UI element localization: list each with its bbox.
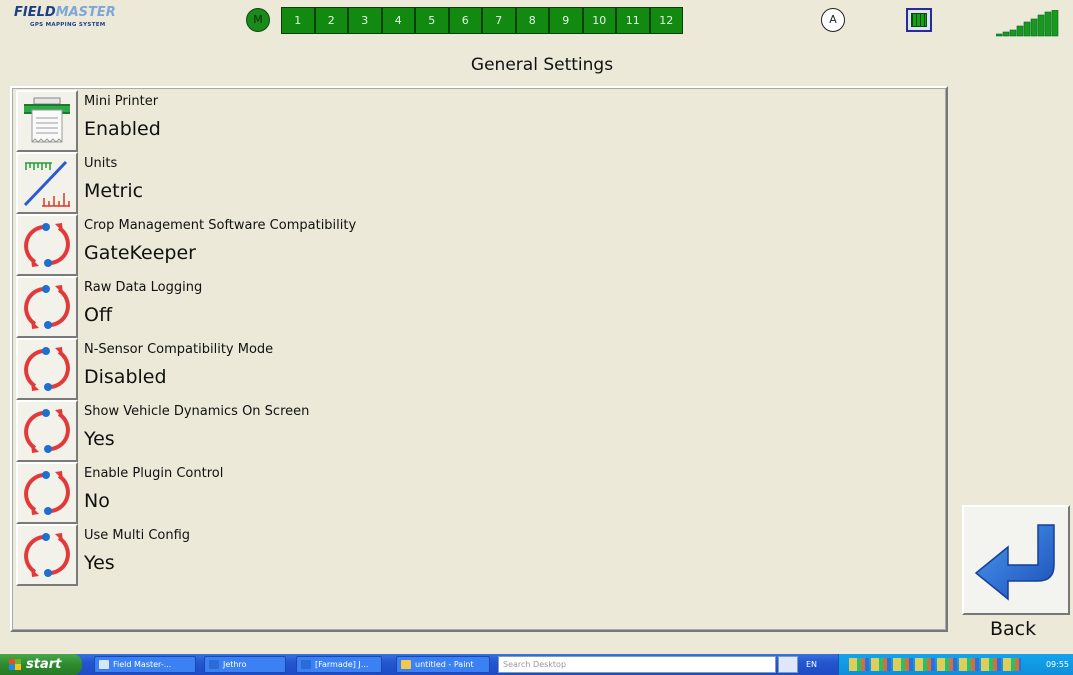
paint-icon — [401, 660, 411, 669]
cycle-icon — [24, 347, 70, 391]
section-1-button[interactable]: 1 — [281, 7, 315, 34]
language-indicator[interactable]: EN — [806, 654, 817, 675]
section-2-button[interactable]: 2 — [314, 7, 348, 34]
section-9-button[interactable]: 9 — [549, 7, 583, 34]
fieldmaster-logo: FIELDMASTER GPS MAPPING SYSTEM — [14, 5, 116, 28]
setting-label: Crop Management Software Compatibility — [84, 218, 357, 233]
raw-data-logging-cycle-button[interactable] — [16, 276, 78, 338]
setting-label: Show Vehicle Dynamics On Screen — [84, 404, 310, 419]
setting-value: No — [84, 490, 110, 512]
setting-value: Enabled — [84, 118, 161, 140]
cycle-icon — [24, 409, 70, 453]
mini-printer-toggle-button[interactable] — [16, 90, 78, 152]
setting-vehicle-dynamics: Show Vehicle Dynamics On Screen Yes — [16, 400, 936, 462]
back-label: Back — [990, 618, 1037, 640]
start-button[interactable]: start — [0, 654, 82, 675]
section-4-button[interactable]: 4 — [381, 7, 415, 34]
system-tray: 09:55 — [838, 654, 1073, 675]
cycle-icon — [24, 471, 70, 515]
back-button[interactable] — [962, 505, 1070, 615]
setting-units: Units Metric — [16, 152, 936, 214]
gps-signal-icon — [996, 10, 1059, 37]
units-icon — [23, 160, 70, 207]
section-12-button[interactable]: 12 — [649, 7, 683, 34]
cycle-icon — [24, 285, 70, 329]
page-title: General Settings — [470, 55, 614, 75]
setting-raw-data-logging: Raw Data Logging Off — [16, 276, 936, 338]
top-status-bar: FIELDMASTER GPS MAPPING SYSTEM M 1 2 3 4… — [0, 0, 1073, 42]
section-3-button[interactable]: 3 — [348, 7, 382, 34]
windows-logo-icon — [9, 659, 21, 670]
setting-label: Raw Data Logging — [84, 280, 203, 295]
taskbar-item-paint[interactable]: untitled - Paint — [396, 656, 490, 673]
setting-label: Units — [84, 156, 118, 171]
tray-icons[interactable] — [849, 658, 1021, 671]
section-10-button[interactable]: 10 — [582, 7, 616, 34]
setting-crop-management-compatibility: Crop Management Software Compatibility G… — [16, 214, 936, 276]
window-icon — [99, 660, 109, 669]
auto-mode-button[interactable]: A — [821, 8, 845, 32]
setting-value: GateKeeper — [84, 242, 196, 264]
setting-label: Mini Printer — [84, 94, 159, 109]
setting-value: Off — [84, 304, 113, 326]
taskbar-item-farmade[interactable]: [Farmade] J... — [296, 656, 382, 673]
cycle-icon — [24, 223, 70, 267]
section-8-button[interactable]: 8 — [515, 7, 549, 34]
setting-label: Enable Plugin Control — [84, 466, 224, 481]
setting-mini-printer: Mini Printer Enabled — [16, 90, 936, 152]
taskbar-item-jethro[interactable]: Jethro — [204, 656, 286, 673]
window-icon — [209, 660, 219, 669]
crop-management-cycle-button[interactable] — [16, 214, 78, 276]
setting-value: Yes — [84, 428, 115, 450]
setting-label: Use Multi Config — [84, 528, 191, 543]
section-7-button[interactable]: 7 — [482, 7, 516, 34]
setting-value: Disabled — [84, 366, 167, 388]
section-6-button[interactable]: 6 — [448, 7, 482, 34]
window-icon — [301, 660, 311, 669]
section-5-button[interactable]: 5 — [415, 7, 449, 34]
setting-value: Metric — [84, 180, 144, 202]
plugin-control-cycle-button[interactable] — [16, 462, 78, 524]
boom-status-icon[interactable] — [906, 8, 932, 32]
section-switches: 1 2 3 4 5 6 7 8 9 10 11 12 — [281, 7, 683, 34]
setting-multi-config: Use Multi Config Yes — [16, 524, 936, 586]
vehicle-dynamics-cycle-button[interactable] — [16, 400, 78, 462]
windows-taskbar: start Field Master-... Jethro [Farmade] … — [0, 654, 1073, 675]
clock[interactable]: 09:55 — [1046, 654, 1069, 675]
setting-value: Yes — [84, 552, 115, 574]
setting-label: N-Sensor Compatibility Mode — [84, 342, 274, 357]
multi-config-cycle-button[interactable] — [16, 524, 78, 586]
n-sensor-cycle-button[interactable] — [16, 338, 78, 400]
search-icon[interactable] — [778, 656, 798, 673]
desktop-search-input[interactable]: Search Desktop — [498, 656, 776, 673]
settings-panel: Mini Printer Enabled Units Metric Crop M… — [10, 86, 948, 632]
units-toggle-button[interactable] — [16, 152, 78, 214]
cycle-icon — [24, 533, 70, 577]
taskbar-item-field-master[interactable]: Field Master-... — [94, 656, 196, 673]
printer-icon — [24, 97, 70, 143]
section-11-button[interactable]: 11 — [616, 7, 650, 34]
setting-plugin-control: Enable Plugin Control No — [16, 462, 936, 524]
manual-mode-button[interactable]: M — [246, 8, 270, 32]
setting-n-sensor-compatibility: N-Sensor Compatibility Mode Disabled — [16, 338, 936, 400]
return-arrow-icon — [974, 524, 1055, 601]
